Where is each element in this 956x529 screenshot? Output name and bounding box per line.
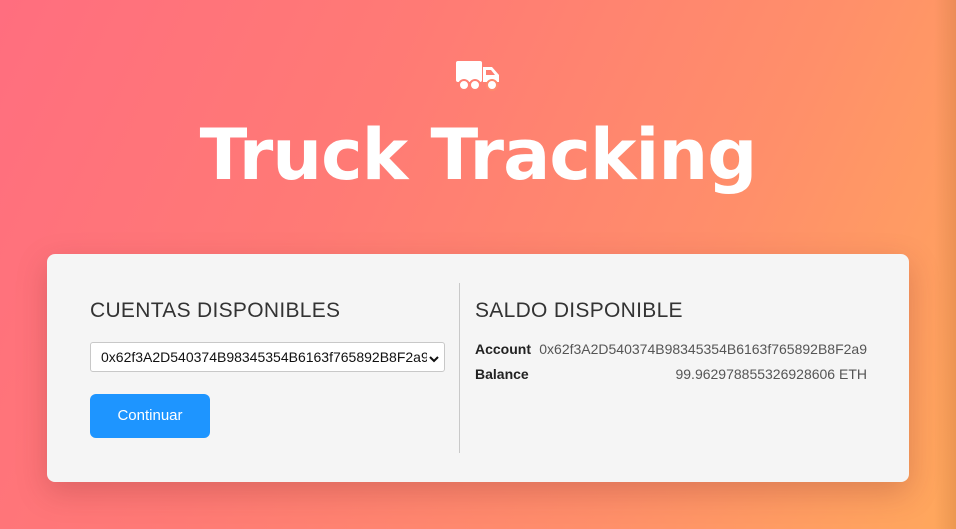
continue-button[interactable]: Continuar [90, 394, 210, 438]
page-title: Truck Tracking [199, 114, 758, 196]
account-select[interactable]: 0x62f3A2D540374B98345354B6163f765892B8F2… [90, 342, 445, 372]
balance-row: Balance 99.962978855326928606 ETH [475, 366, 867, 384]
background-edge-shade [934, 0, 956, 529]
panel-divider [459, 283, 460, 453]
account-address: 0x62f3A2D540374B98345354B6163f765892B8F2… [539, 341, 867, 357]
account-select-value: 0x62f3A2D540374B98345354B6163f765892B8F2… [101, 349, 427, 365]
account-row: Account 0x62f3A2D540374B98345354B6163f76… [475, 341, 867, 359]
balance-label: Balance [475, 366, 529, 382]
account-label: Account [475, 341, 531, 357]
account-card: CUENTAS DISPONIBLES 0x62f3A2D540374B9834… [47, 254, 909, 482]
balance-value: 99.962978855326928606 ETH [675, 366, 867, 382]
balance-section-title: SALDO DISPONIBLE [475, 299, 683, 322]
truck-icon [454, 58, 502, 92]
accounts-section-title: CUENTAS DISPONIBLES [90, 299, 341, 322]
chevron-down-icon [428, 352, 440, 364]
